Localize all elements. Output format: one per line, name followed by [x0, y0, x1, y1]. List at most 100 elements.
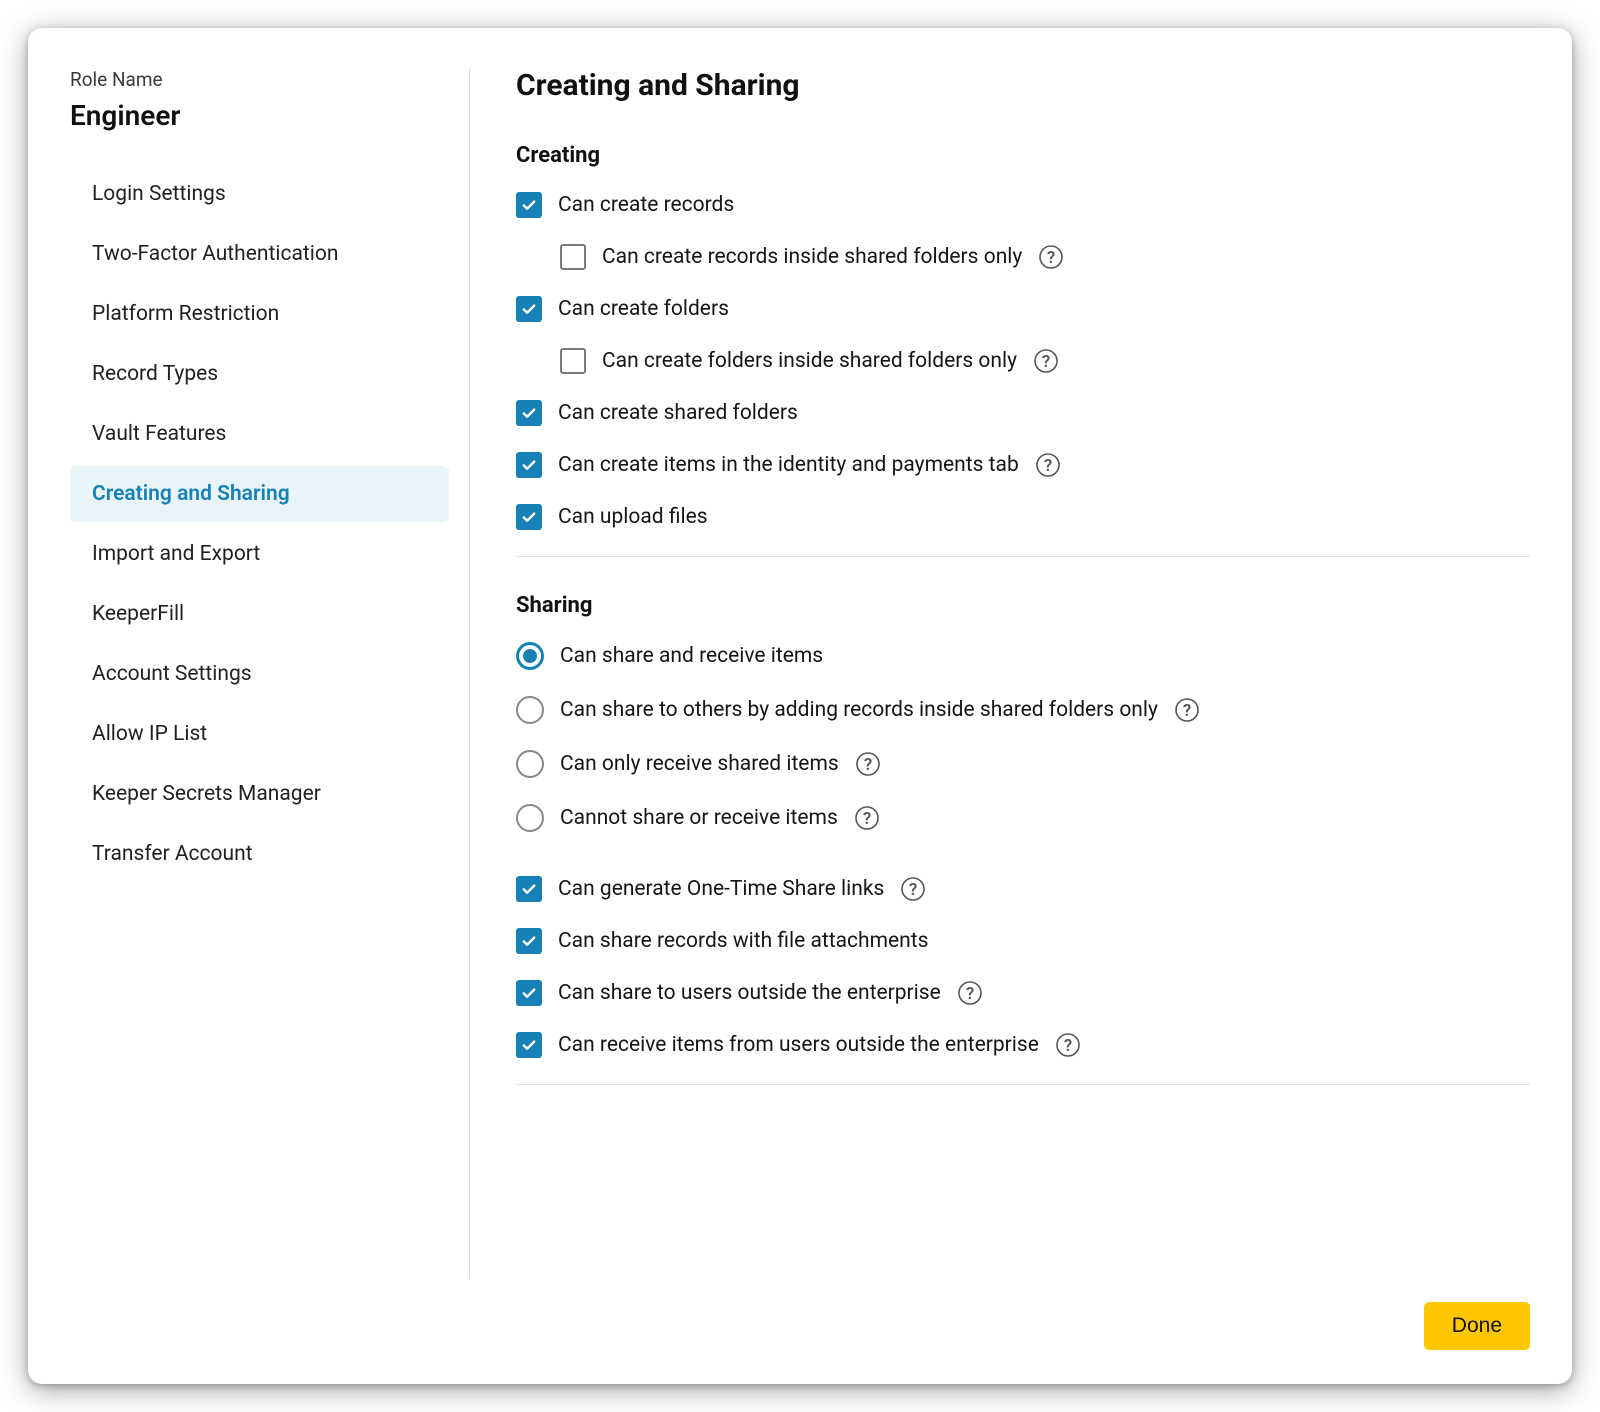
sidebar-item-label: Creating and Sharing — [92, 482, 290, 506]
page-title: Creating and Sharing — [516, 68, 1530, 103]
sidebar-item-label: Platform Restriction — [92, 302, 279, 326]
svg-text:?: ? — [1183, 701, 1191, 721]
svg-text:?: ? — [966, 984, 974, 1004]
option-label: Can create items in the identity and pay… — [558, 453, 1019, 477]
sidebar-item[interactable]: Transfer Account — [70, 826, 449, 882]
checkbox[interactable] — [516, 1032, 542, 1058]
help-icon[interactable]: ? — [900, 876, 926, 902]
radio[interactable] — [516, 696, 544, 724]
radio[interactable] — [516, 804, 544, 832]
option-label: Can share records with file attachments — [558, 929, 928, 953]
option-label: Can create folders — [558, 297, 729, 321]
option-label: Can share to others by adding records in… — [560, 698, 1158, 722]
checkbox[interactable] — [560, 348, 586, 374]
option-row: Can create records — [516, 192, 1530, 218]
option-row: Can share to users outside the enterpris… — [516, 980, 1530, 1006]
help-icon[interactable]: ? — [1174, 697, 1200, 723]
option-label: Can create shared folders — [558, 401, 798, 425]
option-row: Can only receive shared items? — [516, 750, 1530, 778]
sidebar-item-label: Vault Features — [92, 422, 226, 446]
creating-options: Can create records Can create records ins… — [516, 192, 1530, 530]
help-icon[interactable]: ? — [1033, 348, 1059, 374]
sharing-radios: Can share and receive items Can share to … — [516, 642, 1530, 832]
option-label: Can only receive shared items — [560, 752, 839, 776]
dialog-footer: Done — [70, 1278, 1530, 1350]
sidebar-item[interactable]: Import and Export — [70, 526, 449, 582]
checkbox[interactable] — [516, 928, 542, 954]
option-row: Cannot share or receive items? — [516, 804, 1530, 832]
sidebar-item[interactable]: Creating and Sharing — [70, 466, 449, 522]
help-icon[interactable]: ? — [1038, 244, 1064, 270]
option-label: Can generate One-Time Share links — [558, 877, 884, 901]
sidebar-item[interactable]: Record Types — [70, 346, 449, 402]
checkbox[interactable] — [516, 504, 542, 530]
svg-text:?: ? — [1047, 248, 1055, 268]
sidebar-item[interactable]: Account Settings — [70, 646, 449, 702]
svg-text:?: ? — [1044, 456, 1052, 476]
option-label: Can create folders inside shared folders… — [602, 349, 1017, 373]
checkbox[interactable] — [516, 400, 542, 426]
option-row: Can generate One-Time Share links? — [516, 876, 1530, 902]
option-row: Can create items in the identity and pay… — [516, 452, 1530, 478]
sidebar-item[interactable]: KeeperFill — [70, 586, 449, 642]
sidebar-item[interactable]: Login Settings — [70, 166, 449, 222]
sidebar-item-label: Import and Export — [92, 542, 260, 566]
section-title-sharing: Sharing — [516, 593, 1530, 618]
help-icon[interactable]: ? — [957, 980, 983, 1006]
sidebar: Role Name Engineer Login Settings Two-Fac… — [70, 68, 470, 1278]
svg-text:?: ? — [909, 880, 917, 900]
checkbox[interactable] — [516, 296, 542, 322]
sidebar-item[interactable]: Two-Factor Authentication — [70, 226, 449, 282]
option-row: Can create shared folders — [516, 400, 1530, 426]
sidebar-item-label: Transfer Account — [92, 842, 253, 866]
help-icon[interactable]: ? — [855, 751, 881, 777]
role-name-value: Engineer — [70, 99, 449, 132]
checkbox[interactable] — [560, 244, 586, 270]
help-icon[interactable]: ? — [1055, 1032, 1081, 1058]
option-row: Can upload files — [516, 504, 1530, 530]
sidebar-nav: Login Settings Two-Factor Authentication P… — [70, 166, 449, 882]
radio[interactable] — [516, 642, 544, 670]
option-row: Can receive items from users outside the… — [516, 1032, 1530, 1058]
option-label: Can receive items from users outside the… — [558, 1033, 1039, 1057]
sidebar-item-label: Two-Factor Authentication — [92, 242, 338, 266]
option-label: Cannot share or receive items — [560, 806, 838, 830]
option-label: Can create records — [558, 193, 734, 217]
sidebar-item-label: Allow IP List — [92, 722, 207, 746]
role-enforcement-dialog: Role Name Engineer Login Settings Two-Fac… — [28, 28, 1572, 1384]
sidebar-item-label: Record Types — [92, 362, 218, 386]
sidebar-item-label: Login Settings — [92, 182, 226, 206]
section-divider — [516, 556, 1530, 557]
sidebar-item-label: KeeperFill — [92, 602, 184, 626]
checkbox[interactable] — [516, 192, 542, 218]
option-row: Can share to others by adding records in… — [516, 696, 1530, 724]
svg-text:?: ? — [863, 809, 871, 829]
option-label: Can share and receive items — [560, 644, 823, 668]
checkbox[interactable] — [516, 876, 542, 902]
sidebar-item[interactable]: Allow IP List — [70, 706, 449, 762]
svg-text:?: ? — [864, 755, 872, 775]
sidebar-item-label: Account Settings — [92, 662, 252, 686]
option-label: Can share to users outside the enterpris… — [558, 981, 941, 1005]
section-title-creating: Creating — [516, 143, 1530, 168]
sidebar-item[interactable]: Platform Restriction — [70, 286, 449, 342]
checkbox[interactable] — [516, 980, 542, 1006]
help-icon[interactable]: ? — [1035, 452, 1061, 478]
option-row: Can create folders inside shared folders… — [516, 348, 1530, 374]
svg-text:?: ? — [1042, 352, 1050, 372]
svg-text:?: ? — [1064, 1036, 1072, 1056]
checkbox[interactable] — [516, 452, 542, 478]
role-name-label: Role Name — [70, 68, 449, 91]
help-icon[interactable]: ? — [854, 805, 880, 831]
sidebar-item-label: Keeper Secrets Manager — [92, 782, 321, 806]
done-button[interactable]: Done — [1424, 1302, 1530, 1350]
sidebar-item[interactable]: Keeper Secrets Manager — [70, 766, 449, 822]
bottom-divider — [516, 1084, 1530, 1085]
main-panel: Creating and Sharing Creating Can create… — [470, 68, 1530, 1278]
option-label: Can create records inside shared folders… — [602, 245, 1022, 269]
sidebar-item[interactable]: Vault Features — [70, 406, 449, 462]
option-row: Can share and receive items — [516, 642, 1530, 670]
option-row: Can create folders — [516, 296, 1530, 322]
sharing-checkboxes: Can generate One-Time Share links? Can sh… — [516, 876, 1530, 1058]
radio[interactable] — [516, 750, 544, 778]
